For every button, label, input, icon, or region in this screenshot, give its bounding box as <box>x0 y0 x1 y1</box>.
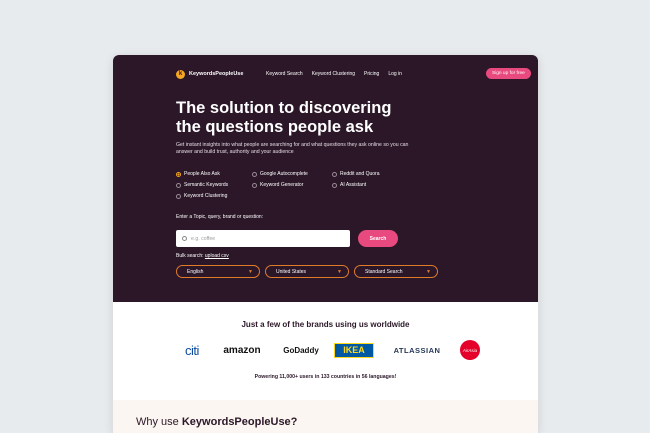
amazon-logo: amazon <box>223 344 261 356</box>
ikea-logo: IKEA <box>334 342 374 358</box>
search-type-options: People Also Ask Google Autocomplete Redd… <box>176 171 402 199</box>
nav-links: Keyword Search Keyword Clustering Pricin… <box>266 71 402 77</box>
radio-icon <box>176 193 181 199</box>
radio-icon <box>176 182 181 188</box>
page-title: The solution to discovering the question… <box>176 99 436 137</box>
select-value: English <box>187 268 204 275</box>
chevron-down-icon: ▼ <box>248 268 253 275</box>
option-semantic-keywords[interactable]: Semantic Keywords <box>176 182 252 188</box>
option-keyword-clustering[interactable]: Keyword Clustering <box>176 193 252 199</box>
logo-text: KeywordsPeopleUse <box>189 71 244 77</box>
bulk-search: Bulk search: upload csv <box>176 253 229 259</box>
why-prefix: Why use <box>136 416 179 428</box>
brands-section: Just a few of the brands using us worldw… <box>113 302 538 400</box>
option-label: Google Autocomplete <box>260 171 308 177</box>
search-prompt: Enter a Topic, query, brand or question: <box>176 214 264 220</box>
headline-line-1: The solution to discovering <box>176 99 392 117</box>
atlassian-logo: ATLASSIAN <box>393 345 441 355</box>
nav-link-keyword-search[interactable]: Keyword Search <box>266 71 303 77</box>
nav-link-pricing[interactable]: Pricing <box>364 71 379 77</box>
why-heading: Why use KeywordsPeopleUse? <box>136 416 297 428</box>
search-placeholder: e.g. coffee <box>191 235 216 242</box>
citi-logo: citi <box>185 342 199 358</box>
option-people-also-ask[interactable]: People Also Ask <box>176 171 252 177</box>
search-mode-select[interactable]: Standard Search ▼ <box>354 265 438 278</box>
search-button[interactable]: Search <box>358 230 398 247</box>
browser-card: k KeywordsPeopleUse Keyword Search Keywo… <box>113 55 538 433</box>
brand-logos: citi amazon GoDaddy IKEA ATLASSIAN AirAs… <box>178 340 480 360</box>
bulk-label: Bulk search: <box>176 253 204 259</box>
powering-stats: Powering 11,000+ users in 133 countries … <box>254 374 397 380</box>
godaddy-logo: GoDaddy <box>283 345 319 355</box>
search-icon <box>182 236 187 241</box>
radio-icon <box>332 182 337 188</box>
option-label: AI Assistant <box>340 182 367 188</box>
top-nav: k KeywordsPeopleUse Keyword Search Keywo… <box>176 67 538 81</box>
brands-title: Just a few of the brands using us worldw… <box>241 320 410 329</box>
search-input[interactable]: e.g. coffee <box>176 230 350 247</box>
language-select[interactable]: English ▼ <box>176 265 260 278</box>
option-label: Keyword Generator <box>260 182 304 188</box>
chevron-down-icon: ▼ <box>426 268 431 275</box>
radio-icon <box>252 182 257 188</box>
select-value: Standard Search <box>365 268 403 275</box>
nav-link-keyword-clustering[interactable]: Keyword Clustering <box>312 71 355 77</box>
search-settings: English ▼ United States ▼ Standard Search ▼ <box>176 265 438 278</box>
option-label: People Also Ask <box>184 171 220 177</box>
site-logo[interactable]: k KeywordsPeopleUse <box>176 69 244 79</box>
option-reddit-quora[interactable]: Reddit and Quora <box>332 171 402 177</box>
radio-icon <box>332 171 337 177</box>
chevron-down-icon: ▼ <box>337 268 342 275</box>
airasia-logo: AirAsia <box>460 340 480 360</box>
option-google-autocomplete[interactable]: Google Autocomplete <box>252 171 332 177</box>
option-keyword-generator[interactable]: Keyword Generator <box>252 182 332 188</box>
radio-selected-icon <box>176 171 181 177</box>
select-value: United States <box>276 268 307 275</box>
option-label: Keyword Clustering <box>184 193 228 199</box>
headline-line-2: the questions people ask <box>176 118 374 136</box>
option-label: Reddit and Quora <box>340 171 380 177</box>
why-brand: KeywordsPeopleUse? <box>181 416 298 428</box>
signup-button[interactable]: Sign up for free <box>486 68 531 79</box>
option-ai-assistant[interactable]: AI Assistant <box>332 182 402 188</box>
radio-icon <box>252 171 257 177</box>
upload-csv-link[interactable]: upload csv <box>205 253 229 259</box>
nav-link-login[interactable]: Log in <box>388 71 402 77</box>
country-select[interactable]: United States ▼ <box>265 265 349 278</box>
logo-icon: k <box>176 69 185 79</box>
hero-section: k KeywordsPeopleUse Keyword Search Keywo… <box>113 55 538 302</box>
option-label: Semantic Keywords <box>184 182 229 188</box>
hero-subtitle: Get instant insights into what people ar… <box>176 142 409 155</box>
why-section: Why use KeywordsPeopleUse? <box>113 400 538 433</box>
